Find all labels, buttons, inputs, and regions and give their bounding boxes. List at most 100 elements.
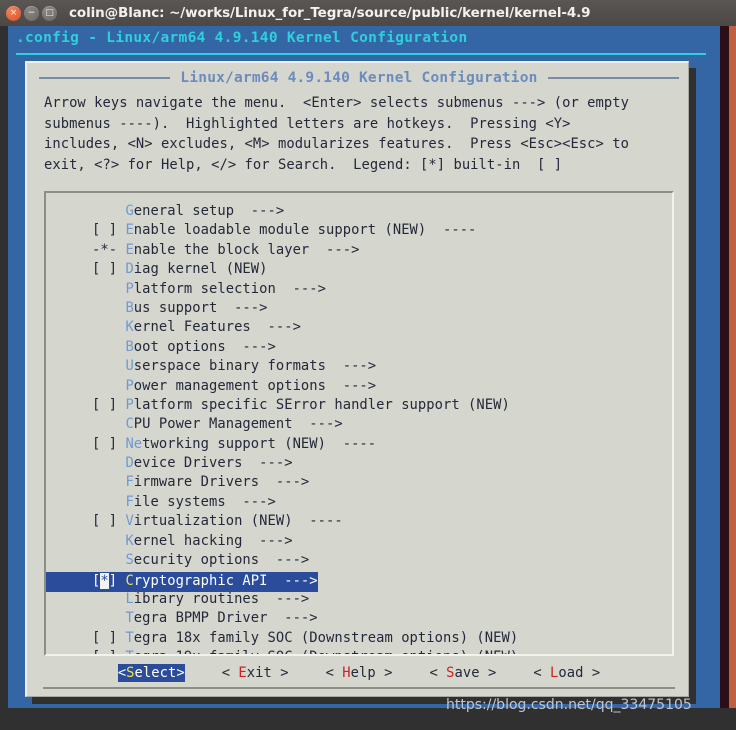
menu-item[interactable]: [ ] Virtualization (NEW) ---- (46, 512, 672, 531)
menu-item-label: egra BPMP Driver ---> (133, 610, 318, 627)
menu-item[interactable]: [ ] Tegra 19x family SOC (Downstream opt… (46, 648, 672, 654)
menu-item-hotkey: P (125, 377, 134, 394)
title-rule-left (39, 77, 171, 79)
menu-row-wrapper: Firmware Drivers ---> (46, 473, 672, 492)
menu-row-wrapper: Tegra BPMP Driver ---> (46, 609, 672, 628)
button-hotkey: H (342, 665, 351, 681)
menu-item-hotkey: K (125, 532, 134, 549)
load-button[interactable]: < Load > (533, 664, 600, 682)
menu-item[interactable]: Kernel Features ---> (46, 318, 672, 337)
button-label: xit (246, 665, 272, 681)
button-label: elp (350, 665, 376, 681)
menu-item-label: eneral setup ---> (133, 203, 285, 219)
menu-item-checkbox (92, 533, 125, 549)
menu-item-checkbox (92, 591, 125, 607)
menu-item-label: ile systems ---> (133, 493, 276, 510)
menu-row-wrapper: Security options ---> (46, 551, 672, 570)
dialog-title-row: Linux/arm64 4.9.140 Kernel Configuration (27, 70, 691, 86)
button-hotkey: S (446, 665, 455, 681)
maximize-window-button[interactable]: □ (42, 5, 57, 21)
minimize-window-button[interactable]: − (24, 5, 39, 21)
menu-item[interactable]: -*- Enable the block layer ---> (46, 241, 672, 260)
menu-row-wrapper: [ ] Networking support (NEW) ---- (46, 435, 672, 454)
menu-item-label: ernel Features ---> (133, 319, 301, 336)
menu-item[interactable]: Userspace binary formats ---> (46, 357, 672, 376)
menu-item[interactable]: Tegra BPMP Driver ---> (46, 609, 672, 628)
maximize-icon: □ (45, 7, 54, 18)
menu-item[interactable]: [ ] Diag kernel (NEW) (46, 260, 672, 279)
menu-item-hotkey: F (125, 493, 134, 510)
config-header-line: .config - Linux/arm64 4.9.140 Kernel Con… (16, 30, 468, 46)
menu-item[interactable]: CPU Power Management ---> (46, 415, 672, 434)
button-bracket-left: < (533, 665, 551, 681)
menu-item-label: nable loadable module support (NEW) ---- (133, 222, 477, 239)
menu-item[interactable]: Kernel hacking ---> (46, 532, 672, 551)
menu-item-hotkey: T (125, 649, 133, 654)
menu-item-hotkey: C (125, 416, 134, 433)
button-bracket-right: > (375, 665, 393, 681)
menu-item-checkbox (92, 339, 125, 355)
menu-item[interactable]: Platform selection ---> (46, 280, 672, 299)
menu-row-wrapper: Kernel Features ---> (46, 318, 672, 337)
checkbox-star-icon: * (100, 573, 109, 590)
right-edge-orange-stripe (729, 26, 736, 730)
menu-row-wrapper: General setup ---> (46, 202, 672, 221)
menu-item[interactable]: [ ] Enable loadable module support (NEW)… (46, 221, 672, 240)
menu-item-label: ibrary routines ---> (133, 590, 310, 607)
menu-item-label: latform specific SError handler support … (133, 396, 510, 413)
select-button[interactable]: <Select> (117, 664, 185, 682)
menu-item-label: us support ---> (133, 299, 268, 316)
menu-item-hotkey: F (125, 474, 134, 491)
kernel-config-dialog: Linux/arm64 4.9.140 Kernel Configuration… (25, 61, 689, 697)
menu-item-checkbox (92, 494, 125, 510)
menu-item-checkbox (92, 319, 125, 335)
button-label: elect (134, 665, 177, 681)
menu-item[interactable]: Security options ---> (46, 551, 672, 570)
menu-item-label: nable the block layer ---> (133, 241, 360, 258)
menu-item-hotkey: K (125, 319, 134, 336)
menu-item-label: irtualization (NEW) ---- (133, 513, 343, 530)
exit-button[interactable]: < Exit > (222, 664, 289, 682)
menu-row-wrapper: File systems ---> (46, 493, 672, 512)
menu-item[interactable]: Power management options ---> (46, 377, 672, 396)
dialog-help-text: Arrow keys navigate the menu. <Enter> se… (44, 95, 629, 173)
menu-item-hotkey: B (125, 338, 134, 355)
menu-row-wrapper: CPU Power Management ---> (46, 415, 672, 434)
help-button[interactable]: < Help > (326, 664, 393, 682)
menu-row-wrapper: -*- Enable the block layer ---> (46, 241, 672, 260)
dialog-button-bar: <Select> < Exit > < Help > < Save > < Load > (27, 664, 691, 682)
window-title: colin@Blanc: ~/works/Linux_for_Tegra/sou… (69, 5, 591, 21)
menu-item[interactable]: [ ] Networking support (NEW) ---- (46, 435, 672, 454)
menu-item-checkbox: [ ] (92, 649, 125, 654)
menu-item-hotkey: P (125, 396, 134, 413)
close-window-button[interactable]: × (6, 5, 21, 21)
menu-item-checkbox (92, 378, 125, 394)
menu-item-label: serspace binary formats ---> (133, 358, 377, 375)
menu-item-label: ernel hacking ---> (133, 532, 293, 549)
watermark-text: https://blog.csdn.net/qq_33475105 (446, 697, 692, 713)
button-bracket-right: > (479, 665, 497, 681)
menu-item[interactable]: Bus support ---> (46, 299, 672, 318)
menu-item-selected[interactable]: [*] Cryptographic API ---> (46, 572, 318, 592)
window-titlebar: × − □ colin@Blanc: ~/works/Linux_for_Teg… (0, 0, 736, 26)
menu-item[interactable]: Firmware Drivers ---> (46, 473, 672, 492)
menu-item[interactable]: [ ] Platform specific SError handler sup… (46, 396, 672, 415)
menu-item[interactable]: General setup ---> (46, 202, 672, 221)
menu-item[interactable]: Device Drivers ---> (46, 454, 672, 473)
menu-box[interactable]: General setup --->[ ] Enable loadable mo… (44, 191, 674, 656)
menu-item[interactable]: Library routines ---> (46, 590, 672, 609)
menu-item[interactable]: File systems ---> (46, 493, 672, 512)
menu-item-checkbox (92, 203, 125, 219)
menu-item-hotkey: E (125, 222, 134, 239)
menu-item[interactable]: [ ] Tegra 18x family SOC (Downstream opt… (46, 629, 672, 648)
close-icon: × (9, 7, 18, 18)
button-label: oad (558, 665, 584, 681)
terminal-screen[interactable]: .config - Linux/arm64 4.9.140 Kernel Con… (8, 26, 720, 708)
save-button[interactable]: < Save > (429, 664, 496, 682)
button-bracket-right: > (271, 665, 289, 681)
menu-item-label: egra 18x family SOC (Downstream options)… (133, 629, 519, 646)
menu-item-hotkey: C (125, 573, 134, 590)
menu-row-wrapper: [ ] Platform specific SError handler sup… (46, 396, 672, 415)
menu-item[interactable]: Boot options ---> (46, 338, 672, 357)
menu-item-checkbox (92, 358, 125, 374)
